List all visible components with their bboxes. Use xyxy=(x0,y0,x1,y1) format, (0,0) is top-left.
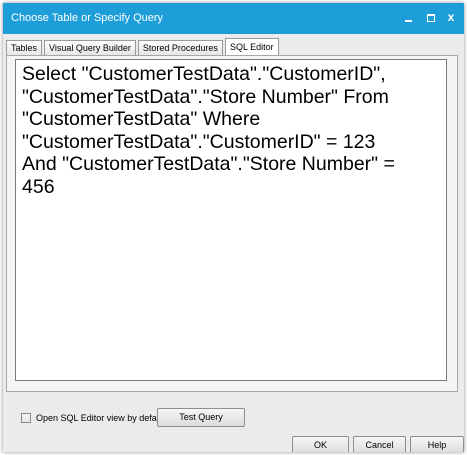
ok-button[interactable]: OK xyxy=(292,436,349,452)
minimize-icon[interactable] xyxy=(401,9,417,25)
default-view-option[interactable]: Open SQL Editor view by default xyxy=(21,413,166,423)
open-sql-editor-label: Open SQL Editor view by default xyxy=(36,413,167,423)
tab-stored-procedures[interactable]: Stored Procedures xyxy=(137,40,223,55)
tab-sql-editor[interactable]: SQL Editor xyxy=(224,38,279,55)
close-icon[interactable]: x xyxy=(443,9,459,25)
window-title: Choose Table or Specify Query xyxy=(11,12,164,24)
sql-editor-textarea[interactable]: Select "CustomerTestData"."CustomerID", … xyxy=(15,59,447,381)
title-bar[interactable]: Choose Table or Specify Query x xyxy=(3,3,464,34)
maximize-icon[interactable] xyxy=(423,9,439,25)
tab-tables[interactable]: Tables xyxy=(6,40,43,55)
tab-strip: Tables Visual Query Builder Stored Proce… xyxy=(6,38,281,56)
open-sql-editor-checkbox[interactable] xyxy=(21,413,31,423)
cancel-button[interactable]: Cancel xyxy=(353,436,406,452)
help-button[interactable]: Help xyxy=(410,436,464,452)
test-query-button[interactable]: Test Query xyxy=(157,408,245,427)
tab-visual-query-builder[interactable]: Visual Query Builder xyxy=(44,40,136,55)
dialog-window: Choose Table or Specify Query x Tables V… xyxy=(3,3,464,452)
